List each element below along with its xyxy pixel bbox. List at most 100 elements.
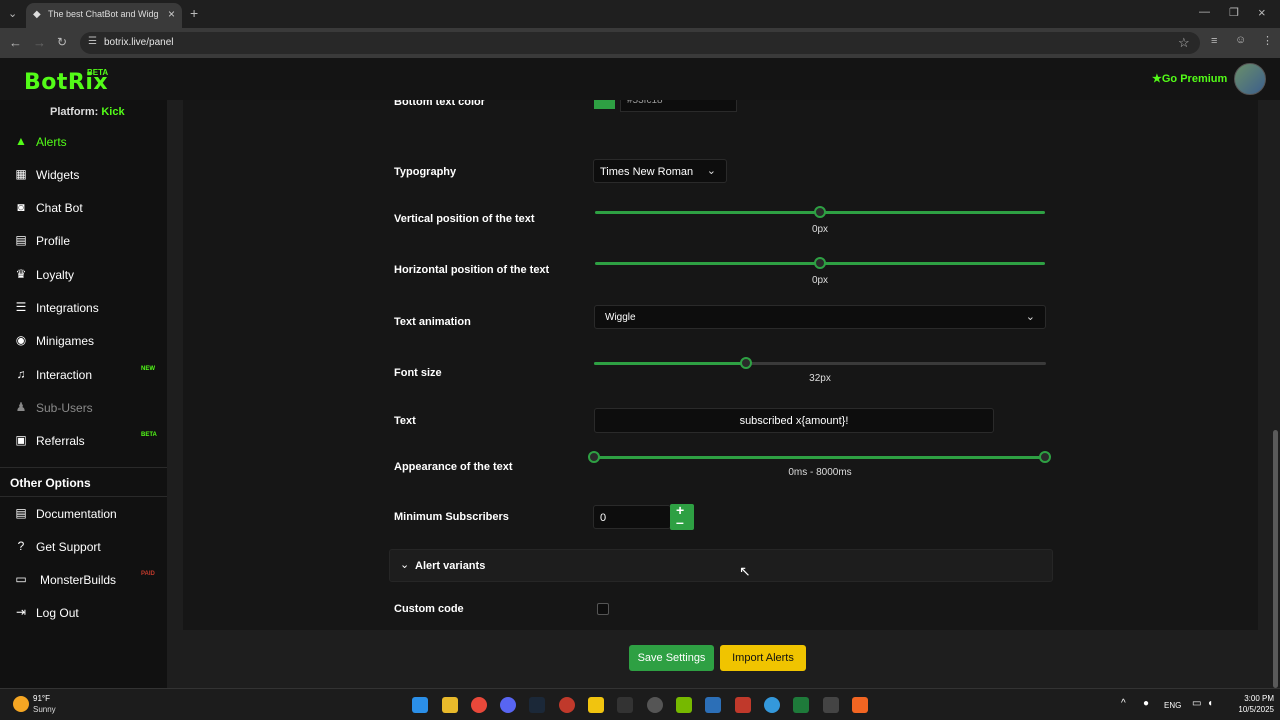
- sidebar-item-label: Referrals: [36, 434, 85, 448]
- decrement-icon[interactable]: –: [676, 514, 684, 530]
- go-premium-link[interactable]: ★Go Premium: [1152, 72, 1227, 85]
- user-avatar[interactable]: [1234, 63, 1266, 95]
- horizontal-position-handle[interactable]: [814, 257, 826, 269]
- sidebar-item-label: Widgets: [36, 168, 80, 182]
- appearance-range-slider[interactable]: [594, 456, 1046, 459]
- appearance-start-handle[interactable]: [588, 451, 600, 463]
- close-tab-icon[interactable]: ×: [168, 7, 175, 21]
- sidebar-item-get-support[interactable]: ? Get Support: [0, 532, 167, 562]
- custom-code-checkbox[interactable]: [597, 603, 609, 615]
- language-indicator[interactable]: ENG: [1164, 701, 1181, 710]
- color-swatch[interactable]: [594, 100, 615, 109]
- typography-select[interactable]: Times New Roman ⌄: [593, 159, 727, 183]
- sidebar-item-minigames[interactable]: ◉ Minigames: [0, 326, 167, 356]
- text-animation-select[interactable]: Wiggle ⌄: [594, 305, 1046, 329]
- speaker-icon[interactable]: ◖: [1207, 698, 1213, 709]
- appearance-value: 0ms - 8000ms: [788, 467, 852, 478]
- app-icon[interactable]: [705, 697, 721, 713]
- clock-time[interactable]: 3:00 PM: [1232, 694, 1274, 703]
- app-icon[interactable]: [764, 697, 780, 713]
- app-icon[interactable]: [852, 697, 868, 713]
- reload-icon[interactable]: ↻: [57, 35, 67, 49]
- page-scrollbar[interactable]: [1273, 430, 1278, 688]
- rockstar-icon[interactable]: [588, 697, 604, 713]
- site-favicon-icon: ◆: [33, 9, 41, 20]
- clock-date[interactable]: 10/5/2025: [1230, 705, 1274, 714]
- file-explorer-icon[interactable]: [442, 697, 458, 713]
- browser-toolbar: ← → ↻ ☰ botrix.live/panel ☆ ≡ ☺ ⋮: [0, 28, 1280, 58]
- close-window-icon[interactable]: ×: [1258, 5, 1266, 20]
- save-settings-button[interactable]: Save Settings: [629, 645, 714, 671]
- site-info-icon[interactable]: ☰: [88, 36, 97, 47]
- forward-icon[interactable]: →: [33, 35, 46, 50]
- appearance-label: Appearance of the text: [394, 461, 513, 473]
- address-bar[interactable]: ☰ botrix.live/panel ☆: [80, 32, 1200, 54]
- app-icon[interactable]: [823, 697, 839, 713]
- new-tab-icon[interactable]: +: [190, 5, 198, 21]
- sidebar-item-loyalty[interactable]: ♛ Loyalty: [0, 260, 167, 290]
- app-icon[interactable]: [793, 697, 809, 713]
- steam-icon[interactable]: [529, 697, 545, 713]
- sidebar-item-integrations[interactable]: ☰ Integrations: [0, 293, 167, 323]
- id-card-icon: ▤: [15, 233, 27, 247]
- weather-icon[interactable]: [13, 696, 29, 712]
- start-icon[interactable]: [412, 697, 428, 713]
- alert-text-input[interactable]: subscribed x{amount}!: [594, 408, 994, 433]
- minimize-icon[interactable]: —: [1199, 6, 1210, 18]
- typography-label: Typography: [394, 166, 457, 178]
- appearance-end-handle[interactable]: [1039, 451, 1051, 463]
- horizontal-position-value: 0px: [811, 275, 829, 286]
- minimum-subscribers-input[interactable]: 0: [593, 505, 671, 529]
- sidebar: Platform: Kick ▲ Alerts ▦ Widgets ◙ Chat…: [0, 100, 167, 688]
- sidebar-item-label: Minigames: [36, 334, 95, 348]
- browser-tab[interactable]: ◆ The best ChatBot and Widgets ×: [26, 3, 182, 28]
- ea-icon[interactable]: [559, 697, 575, 713]
- chrome-icon[interactable]: [471, 697, 487, 713]
- weather-temperature: 91°F: [33, 694, 50, 703]
- sidebar-item-label: MonsterBuilds: [40, 573, 117, 587]
- sidebar-item-profile[interactable]: ▤ Profile: [0, 226, 167, 256]
- beta-badge: BETA: [141, 432, 157, 438]
- import-alerts-button[interactable]: Import Alerts: [720, 645, 806, 671]
- sidebar-item-interaction[interactable]: ♫ Interaction NEW: [0, 360, 167, 390]
- alert-variants-accordion[interactable]: ⌄ Alert variants: [389, 549, 1053, 582]
- sidebar-item-referrals[interactable]: ▣ Referrals BETA: [0, 426, 167, 456]
- star-icon: ★: [1152, 73, 1162, 85]
- discord-icon[interactable]: [500, 697, 516, 713]
- sidebar-item-label: Get Support: [36, 540, 101, 554]
- sidebar-item-documentation[interactable]: ▤ Documentation: [0, 499, 167, 529]
- go-premium-label: Go Premium: [1161, 73, 1228, 85]
- display-icon[interactable]: ▭: [1192, 698, 1201, 709]
- maximize-icon[interactable]: ❐: [1229, 6, 1239, 19]
- back-icon[interactable]: ←: [9, 35, 22, 50]
- tab-search-icon[interactable]: ⌄: [8, 7, 17, 20]
- bookmark-star-icon[interactable]: ☆: [1178, 35, 1190, 51]
- sidebar-item-label: Sub-Users: [36, 401, 93, 415]
- sidebar-item-alerts[interactable]: ▲ Alerts: [0, 127, 167, 157]
- epic-games-icon[interactable]: [617, 697, 633, 713]
- windows-taskbar: 91°F Sunny ^ ● ENG ▭ ◖ 3:00 PM 10/5/2025: [0, 688, 1280, 720]
- sidebar-item-log-out[interactable]: ⇥ Log Out: [0, 598, 167, 628]
- bottom-text-color-input[interactable]: #53fc18: [620, 100, 737, 112]
- tray-chevron-icon[interactable]: ^: [1121, 698, 1126, 709]
- sidebar-item-monsterbuilds[interactable]: ▭ MonsterBuilds PAID: [0, 565, 167, 595]
- nvidia-icon[interactable]: [676, 697, 692, 713]
- sidebar-item-chat-bot[interactable]: ◙ Chat Bot: [0, 193, 167, 223]
- sidebar-item-label: Interaction: [36, 368, 93, 382]
- sidebar-item-sub-users[interactable]: ♟ Sub-Users: [0, 393, 167, 423]
- app-icon[interactable]: [735, 697, 751, 713]
- font-size-handle[interactable]: [740, 357, 752, 369]
- menu-icon[interactable]: ⋮: [1262, 34, 1273, 47]
- sidebar-item-widgets[interactable]: ▦ Widgets: [0, 160, 167, 190]
- chevron-down-icon: ⌄: [706, 165, 716, 177]
- profile-icon[interactable]: ☺: [1235, 34, 1246, 46]
- obs-icon[interactable]: [647, 697, 663, 713]
- microphone-icon[interactable]: ●: [1143, 698, 1149, 709]
- browser-tab-bar: ⌄ ◆ The best ChatBot and Widgets × + — ❐…: [0, 0, 1280, 28]
- bottom-text-color-row: Bottom text color: [394, 100, 594, 108]
- warning-icon: ▲: [15, 134, 27, 148]
- vertical-position-handle[interactable]: [814, 206, 826, 218]
- robot-icon: ◙: [17, 200, 25, 214]
- plug-icon: ☰: [15, 300, 27, 314]
- media-control-icon[interactable]: ≡: [1211, 35, 1217, 47]
